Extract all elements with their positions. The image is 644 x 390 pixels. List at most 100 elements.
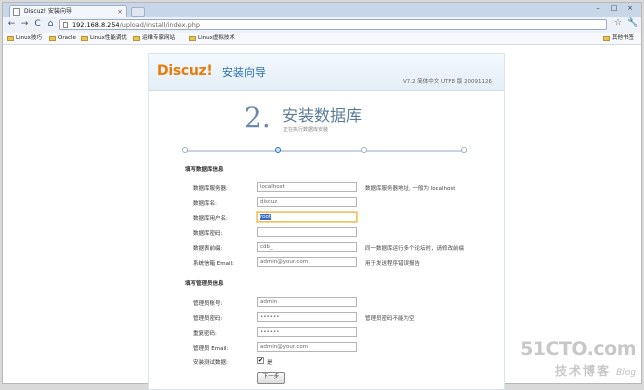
form-row: 管理员 Email: admin@your.com — [149, 342, 504, 354]
field-note: 同一数据库运行多个论坛时，请修改前缀 — [365, 246, 465, 252]
reload-icon[interactable]: C — [32, 19, 43, 30]
page-icon — [13, 8, 20, 16]
step-dot-current — [275, 147, 281, 153]
folder-icon — [81, 36, 88, 41]
field-label: 重复密码: — [193, 331, 217, 337]
folder-icon — [7, 36, 14, 41]
watermark-blog: Blog — [616, 368, 636, 378]
form-row: 数据表前缀: cdb_ 同一数据库运行多个论坛时，请修改前缀 — [149, 242, 504, 254]
folder-icon — [189, 36, 196, 41]
bookmark-item[interactable]: Linux技巧 — [7, 33, 42, 44]
installer-header: Discuz! 安装向导 V7.2 简体中文 UTF8 版 20091126 — [149, 54, 504, 91]
step-dot — [361, 147, 367, 153]
field-label: 管理员 Email: — [193, 346, 229, 352]
watermark: 51CTO.com 技术博客 Blog — [520, 338, 636, 379]
discuz-logo: Discuz! — [157, 63, 213, 79]
other-bookmarks[interactable]: 其他书签 — [603, 33, 634, 44]
field-label: 数据表前缀: — [193, 246, 223, 252]
wrench-icon[interactable]: 🔧 — [627, 18, 638, 28]
form-row: 管理员账号: admin — [149, 297, 504, 309]
testdata-checkbox[interactable]: ✔ — [257, 357, 264, 364]
minimize-button[interactable]: – — [591, 3, 605, 13]
step-progress — [182, 147, 467, 153]
field-note: 用于发送程序错误报告 — [365, 261, 421, 267]
installer-panel: Discuz! 安装向导 V7.2 简体中文 UTF8 版 20091126 2… — [148, 53, 505, 390]
db-section-title: 填写数据库信息 — [185, 167, 224, 173]
field-label: 管理员账号: — [193, 301, 223, 307]
admin-username-input[interactable]: admin — [257, 297, 357, 307]
bookmark-label: Linux技巧 — [16, 35, 42, 41]
repeat-password-input[interactable]: •••••• — [257, 327, 357, 337]
page-content: Discuz! 安装向导 V7.2 简体中文 UTF8 版 20091126 2… — [3, 45, 641, 390]
watermark-site: 51CTO.com — [520, 338, 636, 360]
bookmark-label: Oracle — [58, 35, 76, 41]
window-controls: – □ × — [591, 3, 637, 15]
maximize-button[interactable]: □ — [607, 3, 621, 13]
folder-icon — [49, 36, 56, 41]
field-label: 数据库密码: — [193, 231, 223, 237]
bookmarks-bar: Linux技巧 Oracle Linux性能调优 运维专家网站 Linux虚拟技… — [3, 33, 641, 45]
folder-icon — [133, 36, 140, 41]
field-label: 数据库服务器: — [193, 186, 228, 192]
form-row: 安装测试数据: ✔ 是 — [149, 356, 504, 368]
field-label: 系统信箱 Email: — [193, 261, 234, 267]
tab-strip: Discuz! 安装向导 × – □ × — [3, 3, 641, 17]
bookmark-item[interactable]: 运维专家网站 — [133, 33, 175, 44]
field-note: 数据库服务器地址, 一般为 localhost — [365, 186, 456, 192]
page-icon — [63, 22, 68, 28]
field-label: 数据库用户名: — [193, 216, 228, 222]
step-title: 安装数据库 — [282, 106, 363, 125]
version-info: V7.2 简体中文 UTF8 版 20091126 — [402, 79, 492, 85]
form-row: 数据库密码: — [149, 227, 504, 239]
back-icon[interactable]: ← — [6, 19, 17, 30]
admin-password-input[interactable]: •••••• — [257, 312, 357, 322]
system-email-input[interactable]: admin@your.com — [257, 257, 357, 267]
tab-active[interactable]: Discuz! 安装向导 × — [9, 5, 127, 17]
form-row: 系统信箱 Email: admin@your.com 用于发送程序错误报告 — [149, 257, 504, 269]
step-dot — [182, 147, 188, 153]
folder-icon — [603, 36, 610, 41]
admin-email-input[interactable]: admin@your.com — [257, 342, 357, 352]
url-host: 192.168.8.254 — [72, 21, 120, 29]
browser-window: Discuz! 安装向导 × – □ × ← → C ⌂ 192.168.8.2… — [2, 2, 642, 390]
bookmark-item[interactable]: Oracle — [49, 33, 76, 44]
close-window-button[interactable]: × — [623, 3, 637, 13]
admin-section-title: 填写管理员信息 — [185, 281, 224, 287]
bookmark-label: Linux性能调优 — [90, 35, 127, 41]
field-label: 管理员密码: — [193, 316, 223, 322]
tab-title: Discuz! 安装向导 — [24, 8, 72, 15]
testdata-yes-label: 是 — [267, 360, 273, 366]
form-row: 管理员密码: •••••• 管理员密码不能为空 — [149, 312, 504, 324]
table-prefix-input[interactable]: cdb_ — [257, 242, 357, 252]
wizard-title: 安装向导 — [222, 66, 266, 79]
db-host-input[interactable]: localhost — [257, 182, 357, 192]
db-password-input[interactable] — [257, 227, 357, 237]
field-label: 数据库名: — [193, 201, 217, 207]
field-label: 安装测试数据: — [193, 360, 228, 366]
bookmark-label: 运维专家网站 — [142, 35, 176, 41]
new-tab-button[interactable] — [131, 7, 145, 17]
bookmark-item[interactable]: Linux性能调优 — [81, 33, 127, 44]
form-row: 数据库服务器: localhost 数据库服务器地址, 一般为 localhos… — [149, 182, 504, 194]
db-name-input[interactable]: discuz — [257, 197, 357, 207]
address-bar[interactable]: 192.168.8.254/upload/install/index.php — [59, 19, 607, 30]
browser-toolbar: ← → C ⌂ 192.168.8.254/upload/install/ind… — [3, 17, 641, 34]
field-note: 管理员密码不能为空 — [365, 316, 415, 322]
step-number: 2. — [244, 101, 271, 134]
bookmark-star-icon[interactable]: ☆ — [614, 18, 622, 28]
bookmark-label: 其他书签 — [612, 35, 635, 41]
step-dot — [461, 147, 467, 153]
forward-icon[interactable]: → — [19, 19, 30, 30]
url-path: /upload/install/index.php — [119, 21, 200, 29]
form-row: 数据库用户名: root — [149, 211, 504, 224]
db-user-value: root — [260, 214, 272, 220]
watermark-tagline: 技术博客 — [554, 364, 611, 378]
db-user-input[interactable]: root — [256, 211, 358, 223]
home-icon[interactable]: ⌂ — [45, 19, 56, 30]
bookmark-label: Linux虚拟技术 — [198, 35, 235, 41]
bookmark-item[interactable]: Linux虚拟技术 — [189, 33, 235, 44]
form-row: 数据库名: discuz — [149, 197, 504, 209]
step-subtitle: 正在执行数据库安装 — [283, 127, 329, 133]
next-step-button[interactable]: 下一步 — [257, 372, 285, 384]
form-row: 重复密码: •••••• — [149, 327, 504, 339]
